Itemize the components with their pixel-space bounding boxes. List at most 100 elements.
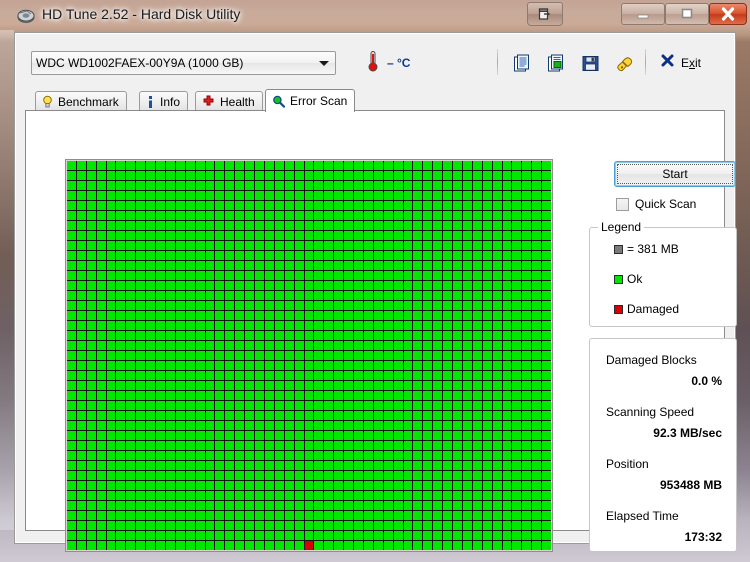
tab-info[interactable]: Info <box>139 91 189 111</box>
scan-cell-ok <box>175 211 185 220</box>
scan-cell-ok <box>116 171 126 180</box>
scan-cell-ok <box>255 521 264 530</box>
scan-cell-ok <box>156 401 165 410</box>
scan-cell-ok <box>205 511 215 520</box>
scan-cell-ok <box>542 291 551 300</box>
scan-cell-ok <box>175 251 185 260</box>
scan-cell-ok <box>363 231 373 240</box>
scan-cell-ok <box>423 291 433 300</box>
minimize-button[interactable] <box>621 3 665 25</box>
scan-cell-ok <box>522 481 532 490</box>
scan-cell-ok <box>433 321 443 330</box>
scan-cell-ok <box>453 441 462 450</box>
scan-cell-ok <box>413 351 423 360</box>
scan-cell-ok <box>106 491 116 500</box>
scan-cell-ok <box>245 501 255 510</box>
tab-error-scan[interactable]: Error Scan <box>265 89 356 112</box>
scan-cell-ok <box>126 241 136 250</box>
scan-cell-ok <box>215 381 225 390</box>
scan-cell-ok <box>245 321 255 330</box>
scan-cell-ok <box>106 261 116 270</box>
scan-cell-ok <box>472 431 482 440</box>
scan-cell-ok <box>482 381 492 390</box>
scan-cell-ok <box>314 451 324 460</box>
scan-cell-ok <box>274 291 284 300</box>
quick-scan-checkbox[interactable]: Quick Scan <box>616 197 696 211</box>
scan-cell-ok <box>67 401 76 410</box>
options-icon[interactable] <box>612 51 636 75</box>
scan-cell-ok <box>324 331 334 340</box>
scan-cell-ok <box>274 461 284 470</box>
scan-cell-ok <box>274 201 284 210</box>
scan-cell-ok <box>363 171 373 180</box>
scan-cell-ok <box>126 441 136 450</box>
tab-health[interactable]: Health <box>195 91 263 111</box>
scan-cell-ok <box>86 251 96 260</box>
restore-down-button[interactable] <box>527 2 563 26</box>
scan-cell-ok <box>462 421 472 430</box>
exit-button[interactable]: Exit <box>660 51 701 75</box>
scan-cell-ok <box>522 501 532 510</box>
scan-cell-ok <box>156 441 165 450</box>
scan-cell-ok <box>522 271 532 280</box>
scan-cell-ok <box>393 461 403 470</box>
scan-cell-ok <box>294 391 304 400</box>
scan-cell-ok <box>512 461 522 470</box>
copy-image-icon[interactable] <box>544 51 568 75</box>
scan-cell-ok <box>235 341 245 350</box>
scan-cell-ok <box>443 441 453 450</box>
scan-cell-ok <box>294 191 304 200</box>
scan-cell-ok <box>433 381 443 390</box>
scan-cell-ok <box>532 281 542 290</box>
client-area: WDC WD1002FAEX-00Y9A (1000 GB) – °C Exit… <box>14 32 737 552</box>
title-bar[interactable]: HD Tune 2.52 - Hard Disk Utility <box>0 0 750 32</box>
scan-cell-ok <box>354 281 363 290</box>
scan-cell-ok <box>383 501 393 510</box>
scan-cell-ok <box>215 351 225 360</box>
scan-cell-ok <box>146 451 156 460</box>
scan-cell-ok <box>245 241 255 250</box>
scan-cell-ok <box>453 301 462 310</box>
scan-cell-ok <box>324 511 334 520</box>
scan-cell-ok <box>96 261 106 270</box>
scan-cell-ok <box>443 171 453 180</box>
scan-cell-ok <box>175 461 185 470</box>
scan-cell-ok <box>225 391 235 400</box>
scan-cell-ok <box>116 481 126 490</box>
scan-cell-ok <box>165 221 175 230</box>
scan-cell-ok <box>453 181 462 190</box>
scan-cell-ok <box>67 231 76 240</box>
scan-cell-ok <box>542 391 551 400</box>
scan-grid[interactable] <box>67 161 551 550</box>
scan-cell-ok <box>383 391 393 400</box>
scan-cell-ok <box>383 211 393 220</box>
scan-cell-ok <box>413 461 423 470</box>
scan-cell-ok <box>294 281 304 290</box>
scan-cell-ok <box>225 471 235 480</box>
scan-cell-ok <box>146 261 156 270</box>
scan-cell-ok <box>156 361 165 370</box>
scan-cell-ok <box>344 451 354 460</box>
scan-cell-ok <box>433 181 443 190</box>
start-button[interactable]: Start <box>614 161 736 187</box>
scan-cell-ok <box>334 351 344 360</box>
copy-text-icon[interactable] <box>510 51 534 75</box>
scan-cell-ok <box>363 351 373 360</box>
scan-cell-ok <box>136 161 146 170</box>
drive-select[interactable]: WDC WD1002FAEX-00Y9A (1000 GB) <box>31 51 336 75</box>
scan-cell-ok <box>383 451 393 460</box>
scan-cell-ok <box>195 251 205 260</box>
scan-cell-ok <box>354 391 363 400</box>
scan-cell-ok <box>492 321 502 330</box>
scan-cell-ok <box>502 191 512 200</box>
tab-benchmark[interactable]: Benchmark <box>35 91 127 111</box>
scan-cell-ok <box>116 341 126 350</box>
scan-cell-ok <box>542 541 551 550</box>
scan-cell-ok <box>264 501 274 510</box>
scan-cell-ok <box>433 251 443 260</box>
close-button[interactable] <box>709 3 747 25</box>
save-icon[interactable] <box>578 51 602 75</box>
scan-cell-ok <box>373 171 383 180</box>
maximize-button[interactable] <box>665 3 709 25</box>
scan-cell-ok <box>423 331 433 340</box>
